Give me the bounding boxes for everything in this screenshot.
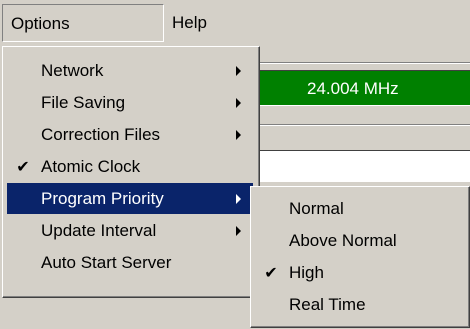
menu-item-label: Above Normal — [289, 231, 397, 250]
program-priority-submenu: Normal Above Normal ✔ High Real Time — [250, 186, 470, 328]
options-menu: Network File Saving Correction Files ✔ A… — [2, 46, 260, 298]
menu-item-label: High — [289, 263, 324, 282]
menu-item-normal[interactable]: Normal — [255, 193, 463, 224]
frequency-display: 24.004 MHz — [257, 70, 470, 106]
menu-item-update-interval[interactable]: Update Interval — [7, 215, 253, 246]
menu-options-label: Options — [11, 14, 70, 33]
background-divider — [257, 125, 470, 126]
menu-help[interactable]: Help — [164, 4, 230, 42]
background-divider — [257, 63, 470, 64]
menu-options[interactable]: Options — [2, 4, 164, 42]
menu-item-high[interactable]: ✔ High — [255, 257, 463, 288]
submenu-arrow-icon — [236, 66, 241, 76]
menu-help-label: Help — [172, 13, 207, 32]
frequency-value: 24.004 MHz — [307, 79, 399, 98]
check-mark-icon: ✔ — [16, 157, 30, 176]
menu-item-correction-files[interactable]: Correction Files — [7, 119, 253, 150]
menu-bar: Options Help — [0, 0, 470, 46]
menu-item-label: Normal — [289, 199, 344, 218]
menu-item-label: Atomic Clock — [41, 157, 141, 176]
background-input-field[interactable] — [257, 150, 470, 182]
menu-item-label: Correction Files — [41, 125, 161, 144]
menu-item-label: Update Interval — [41, 221, 157, 240]
menu-item-atomic-clock[interactable]: ✔ Atomic Clock — [7, 151, 253, 182]
menu-item-file-saving[interactable]: File Saving — [7, 87, 253, 118]
menu-item-label: File Saving — [41, 93, 126, 112]
menu-item-program-priority[interactable]: Program Priority — [7, 183, 253, 214]
submenu-arrow-icon — [236, 226, 241, 236]
menu-item-real-time[interactable]: Real Time — [255, 289, 463, 320]
menu-item-above-normal[interactable]: Above Normal — [255, 225, 463, 256]
menu-item-label: Auto Start Server — [41, 253, 172, 272]
submenu-arrow-icon — [236, 130, 241, 140]
submenu-arrow-icon — [236, 194, 241, 204]
menu-item-label: Program Priority — [41, 189, 164, 208]
menu-item-label: Network — [41, 61, 104, 80]
menu-item-network[interactable]: Network — [7, 55, 253, 86]
menu-item-label: Real Time — [289, 295, 366, 314]
check-mark-icon: ✔ — [264, 263, 278, 282]
submenu-arrow-icon — [236, 98, 241, 108]
menu-item-auto-start-server[interactable]: Auto Start Server — [7, 247, 253, 278]
